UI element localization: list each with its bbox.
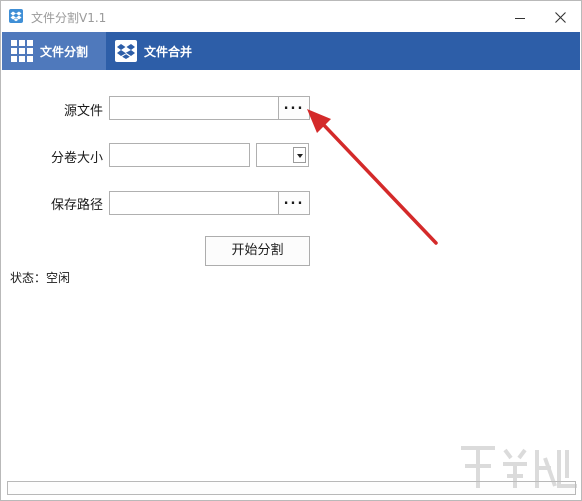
window-title: 文件分割V1.1 (31, 11, 107, 25)
tab-file-merge[interactable]: 文件合并 (106, 32, 206, 70)
annotation-arrow-icon (307, 109, 438, 245)
source-file-input[interactable] (109, 96, 280, 120)
tab-file-split[interactable]: 文件分割 (2, 32, 106, 70)
save-path-label: 保存路径 (50, 198, 103, 213)
minimize-button[interactable] (506, 1, 536, 32)
title-bar: 文件分割V1.1 (1, 1, 581, 32)
grid-icon (11, 40, 33, 62)
tab-file-split-label: 文件分割 (40, 45, 89, 59)
save-path-input[interactable] (109, 191, 280, 215)
volume-size-label: 分卷大小 (50, 151, 103, 166)
app-window: 文件分割V1.1 文件分割 文件合并 源文件 ... 分卷大小 保存路径 ...… (0, 0, 582, 501)
minimize-icon (515, 18, 525, 19)
tab-bar: 文件分割 文件合并 (2, 32, 580, 70)
watermark-logo-icon (461, 446, 577, 488)
start-split-button[interactable]: 开始分割 (205, 236, 310, 266)
volume-size-input[interactable] (109, 143, 250, 167)
status-text: 状态：空闲 (10, 271, 71, 285)
tab-file-merge-label: 文件合并 (144, 45, 193, 59)
close-button[interactable] (546, 1, 576, 32)
app-icon (9, 9, 23, 23)
close-icon (555, 12, 566, 23)
dropbox-icon (115, 40, 137, 62)
source-file-label: 源文件 (63, 104, 103, 119)
